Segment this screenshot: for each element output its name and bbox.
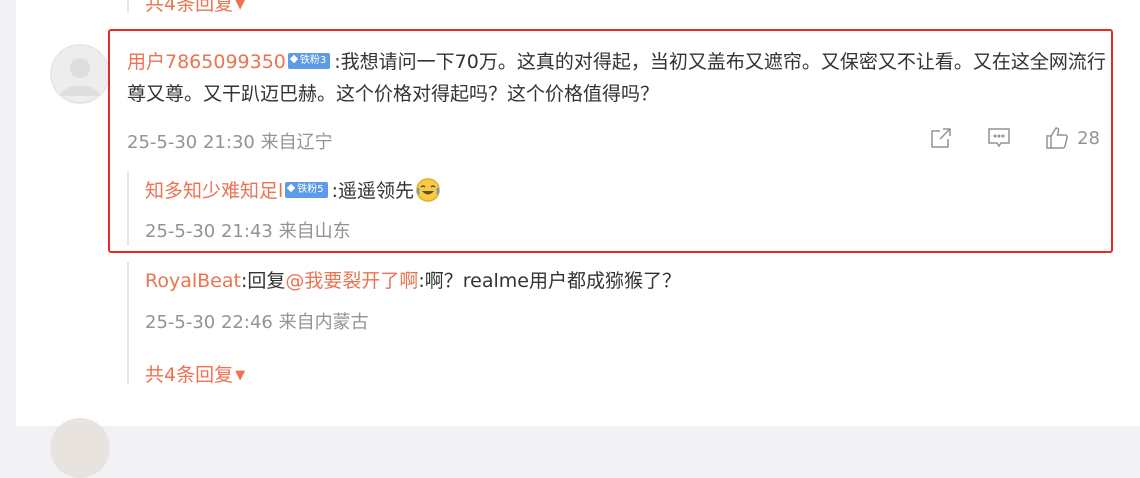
caret-down-icon: ▼ xyxy=(235,368,246,383)
next-comment-avatar[interactable] xyxy=(50,418,110,478)
more-replies-link[interactable]: 共4条回复 ▼ xyxy=(145,360,245,387)
reply-time: 25-5-30 22:46 来自内蒙古 xyxy=(145,312,369,333)
more-replies-label: 共4条回复 xyxy=(145,0,234,15)
main-comment-username[interactable]: 用户7865099350 xyxy=(127,51,286,73)
diamond-icon xyxy=(287,183,296,192)
reply-prefix: :回复 xyxy=(240,270,286,292)
reply-item-2: RoyalBeat:回复@我要裂开了啊:啊？realme用户都成猕猴了？ xyxy=(145,265,681,297)
thread-line xyxy=(127,262,129,384)
fan-badge: 铁粉5 xyxy=(285,181,328,198)
reply-username[interactable]: RoyalBeat xyxy=(145,270,241,292)
mention-link[interactable]: @我要裂开了啊 xyxy=(285,270,418,292)
reply-username[interactable]: 知多知少难知足l xyxy=(145,180,283,202)
caret-down-icon: ▼ xyxy=(235,0,246,12)
fan-badge-label: 铁粉5 xyxy=(297,183,324,195)
more-replies-label: 共4条回复 xyxy=(145,364,234,386)
thread-line-top xyxy=(127,0,129,12)
comment-icon[interactable] xyxy=(987,126,1011,150)
thread-line xyxy=(127,172,129,246)
reply-text: :啊？realme用户都成猕猴了？ xyxy=(418,270,681,292)
main-comment-body: 用户7865099350 铁粉3:我想请问一下70万。这真的对得起，当初又盖布又遮… xyxy=(127,46,1107,110)
laughing-crying-emoji-icon xyxy=(416,177,441,202)
like-icon[interactable] xyxy=(1045,126,1069,150)
diamond-icon xyxy=(289,54,299,63)
fan-badge-label: 铁粉3 xyxy=(299,54,327,66)
like-count: 28 xyxy=(1077,127,1100,149)
main-comment-time: 25-5-30 21:30 来自辽宁 xyxy=(127,132,333,153)
comment-actions: 28 xyxy=(929,126,1100,150)
reply-text: :遥遥领先 xyxy=(331,180,415,202)
fan-badge: 铁粉3 xyxy=(287,52,331,69)
reply-item-1: 知多知少难知足l 铁粉5 :遥遥领先 xyxy=(145,175,441,207)
reply-time: 25-5-30 21:43 来自山东 xyxy=(145,221,351,242)
avatar[interactable] xyxy=(50,44,110,104)
more-replies-link-top[interactable]: 共4条回复 ▼ xyxy=(145,0,245,16)
share-icon[interactable] xyxy=(929,126,953,150)
default-avatar-icon xyxy=(50,44,110,104)
